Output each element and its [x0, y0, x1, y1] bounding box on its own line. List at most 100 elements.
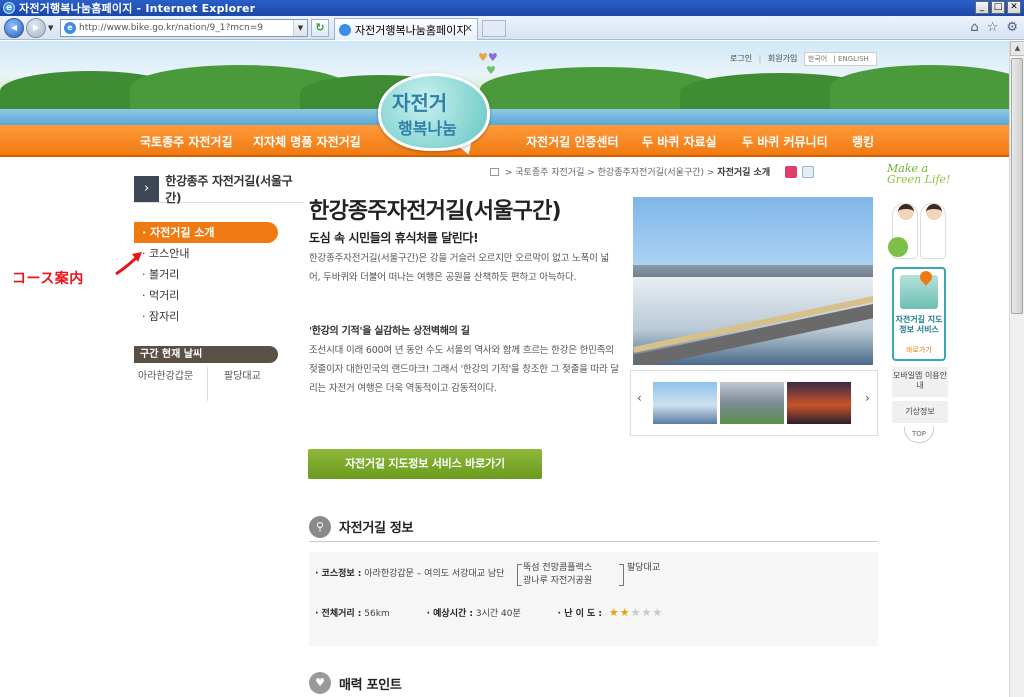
weather-point-paldang[interactable]: 팔당대교 — [208, 367, 278, 401]
ie-logo-icon: e — [3, 2, 15, 14]
lnb-item-food[interactable]: · 먹거리 — [134, 285, 278, 306]
star-empty-icon: ★ — [630, 606, 642, 619]
favorites-star-icon[interactable]: ☆ — [987, 20, 999, 35]
difficulty-stars: ★★★★★ — [609, 606, 663, 619]
lnb-item-intro[interactable]: · 자전거길 소개 — [134, 222, 278, 243]
map-service-button[interactable]: 자전거길 지도정보 서비스 바로가기 — [308, 449, 542, 479]
close-window-button[interactable]: ✕ — [1007, 1, 1021, 14]
branch-top: 뚝섬 전망콤플렉스 — [523, 563, 593, 573]
photo-thumbnail-slider: ‹ › — [630, 370, 878, 436]
minimize-button[interactable]: _ — [975, 1, 989, 14]
home-icon[interactable] — [490, 168, 499, 176]
login-link[interactable]: 로그인 — [730, 54, 752, 63]
weather-point-ara[interactable]: 아라한강갑문 — [138, 367, 208, 401]
refresh-icon[interactable]: ↻ — [311, 19, 329, 37]
share-icon[interactable] — [801, 166, 814, 178]
thumbnail[interactable] — [787, 382, 851, 424]
home-icon[interactable]: ⌂ — [970, 20, 978, 35]
gnb-community[interactable]: 두 바퀴 커뮤니티 — [742, 133, 828, 150]
course-branch: 뚝섬 전망콤플렉스 광나루 자전거공원 팔당대교 — [517, 562, 660, 588]
slogan-line2: Green Life! — [887, 173, 951, 186]
chevron-right-icon: › — [134, 175, 160, 202]
logo-text-line1: 자전거 — [392, 91, 448, 115]
course-label: · 코스정보 : — [315, 569, 362, 579]
maximize-button[interactable]: □ — [991, 1, 1005, 14]
breadcrumb-item[interactable]: 국토종주 자전거길 — [515, 168, 584, 178]
bicycle-icon: ⚲ — [309, 515, 331, 538]
tab-close-icon[interactable]: ✕ — [464, 22, 473, 35]
thumbnail[interactable] — [653, 382, 717, 424]
window-titlebar: e 자전거행복나눔홈페이지 - Internet Explorer _ □ ✕ — [0, 0, 1024, 16]
slogan: Make a Green Life! — [887, 163, 967, 185]
address-input[interactable] — [79, 23, 279, 33]
gnb-national-route[interactable]: 국토종주 자전거길 — [140, 133, 233, 150]
page-viewport: 로그인 | 회원가입 한국어 | ENGLISH ♥♥ ♥ 자전거 행복나눔 국토… — [0, 41, 1009, 697]
back-button[interactable]: ◂ — [4, 18, 24, 38]
slider-next-icon[interactable]: › — [865, 391, 870, 405]
course-end: 팔당대교 — [627, 563, 661, 573]
lang-english-link[interactable]: ENGLISH — [838, 55, 869, 63]
gnb-local-route[interactable]: 지자체 명품 자전거길 — [253, 133, 361, 150]
address-bar[interactable]: e ▼ — [60, 19, 308, 37]
star-filled-icon: ★ — [619, 606, 631, 619]
breadcrumb-item[interactable]: 한강종주자전거길(서울구간) — [598, 168, 704, 178]
lnb-menu: · 자전거길 소개 · 코스안내 · 볼거리 · 먹거리 · 잠자리 — [134, 222, 278, 327]
route-info-title: 자전거길 정보 — [339, 521, 414, 536]
scroll-thumb[interactable] — [1011, 58, 1023, 314]
route-stats: · 전체거리 : 56km · 예상시간 : 3시간 40분 · 난 이 도 :… — [315, 606, 697, 619]
print-icon[interactable] — [785, 166, 797, 178]
intro-paragraph: 한강종주자전거길(서울구간)은 강을 거슬러 오르지만 오르막이 없고 노폭이 … — [309, 253, 610, 283]
mobile-app-link[interactable]: 모바일앱 이용안내 — [892, 367, 948, 397]
browser-toolbar: ◂ ▸ ▼ e ▼ ↻ 자전거행복나눔홈페이지 ✕ ⌂ ☆ ⚙ — [0, 16, 1024, 40]
address-dropdown-icon[interactable]: ▼ — [293, 20, 307, 36]
slider-prev-icon[interactable]: ‹ — [637, 391, 642, 405]
history-paragraph: 조선시대 이래 600여 년 동안 수도 서울의 역사와 함께 흐르는 한강은 … — [309, 345, 619, 394]
attractions-header: ♥ 매력 포인트 — [309, 668, 878, 697]
gnb-ranking[interactable]: 랭킹 — [852, 133, 874, 150]
browser-tab[interactable]: 자전거행복나눔홈페이지 ✕ — [334, 18, 478, 40]
tools-gear-icon[interactable]: ⚙ — [1006, 20, 1018, 35]
page-subtitle: 도심 속 시민들의 휴식처를 달린다! — [309, 231, 479, 245]
site-logo[interactable]: 자전거 행복나눔 — [378, 73, 494, 159]
vertical-scrollbar[interactable]: ▲ — [1009, 41, 1024, 697]
scroll-up-icon[interactable]: ▲ — [1010, 41, 1024, 56]
lnb-title: › 한강종주 자전거길(서울구간) — [134, 173, 304, 205]
thumbnail[interactable] — [720, 382, 784, 424]
heart-icon: ♥ — [309, 672, 331, 694]
lnb-item-course[interactable]: · 코스안내 — [134, 243, 278, 264]
new-tab-button[interactable] — [482, 20, 506, 37]
signup-link[interactable]: 회원가입 — [768, 54, 797, 63]
history-dropdown-icon[interactable]: ▼ — [48, 24, 53, 32]
route-info-header: ⚲ 자전거길 정보 — [309, 512, 878, 542]
window-title: 자전거행복나눔홈페이지 - Internet Explorer — [19, 2, 256, 15]
star-empty-icon: ★ — [641, 606, 653, 619]
course-start: 아라한강갑문 – 여의도 서강대교 남단 — [364, 569, 505, 579]
global-navigation: 국토종주 자전거길 지자체 명품 자전거길 자전거길 인증센터 두 바퀴 자료실… — [0, 125, 1009, 157]
section-heading: '한강의 기적'을 실감하는 상전벽해의 길 — [309, 326, 470, 337]
gnb-certification-center[interactable]: 자전거길 인증센터 — [526, 133, 619, 150]
tab-label: 자전거행복나눔홈페이지 — [355, 23, 467, 37]
breadcrumb: > 국토종주 자전거길 > 한강종주자전거길(서울구간) > 자전거길 소개 — [490, 165, 814, 178]
lnb-title-text: 한강종주 자전거길(서울구간) — [165, 173, 293, 205]
weather-link[interactable]: 기상정보 — [892, 401, 948, 423]
distance-label: · 전체거리 : — [315, 609, 362, 619]
map-service-title: 자전거길 지도정보 서비스 — [895, 315, 943, 334]
main-photo — [633, 197, 873, 365]
branch-bottom: 광나루 자전거공원 — [523, 576, 593, 586]
annotation-label: コース案内 — [12, 271, 84, 287]
gnb-resources[interactable]: 두 바퀴 자료실 — [642, 133, 717, 150]
forward-button[interactable]: ▸ — [26, 18, 46, 38]
top-button[interactable]: TOP — [904, 427, 934, 443]
difficulty-label: · 난 이 도 : — [557, 609, 603, 619]
lnb-item-lodging[interactable]: · 잠자리 — [134, 306, 278, 327]
breadcrumb-current: 자전거길 소개 — [717, 168, 771, 178]
lang-korean-link[interactable]: 한국어 — [808, 55, 827, 63]
map-service-link: 바로가기 — [906, 346, 932, 354]
lnb-item-sights[interactable]: · 볼거리 — [134, 264, 278, 285]
map-service-quick-link[interactable]: 자전거길 지도정보 서비스 바로가기 — [892, 267, 946, 361]
star-empty-icon: ★ — [652, 606, 664, 619]
tab-favicon-icon — [339, 23, 351, 36]
time-label: · 예상시간 : — [426, 609, 473, 619]
mascot-kids-image — [888, 195, 950, 259]
attractions-title: 매력 포인트 — [339, 677, 402, 693]
